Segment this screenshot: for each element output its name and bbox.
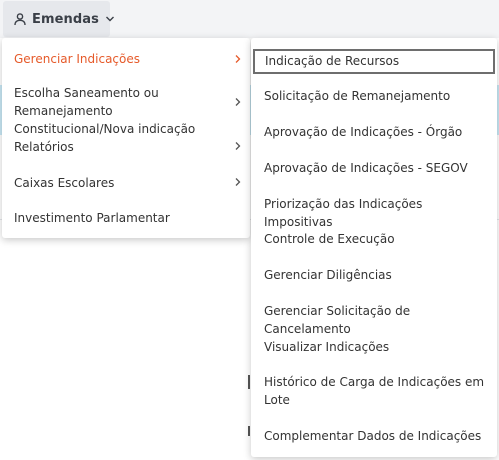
submenu-item-solicitacao-remanejamento[interactable]: Solicitação de Remanejamento xyxy=(251,87,497,105)
menu-item-escolha-saneamento[interactable]: Escolha Saneamento ou Remanejamento Cons… xyxy=(2,84,250,138)
page: Emendas Gerenciar Indicações Escolha San… xyxy=(0,0,499,460)
menu-item-gerenciar-indicacoes[interactable]: Gerenciar Indicações xyxy=(2,50,250,68)
menu-item-label: Caixas Escolares xyxy=(14,176,115,190)
menu-item-label: Escolha Saneamento ou Remanejamento Cons… xyxy=(14,86,196,136)
submenu-item-aprovacao-orgao[interactable]: Aprovação de Indicações - Órgão xyxy=(251,123,497,141)
submenu-item-gerenciar-cancelamento[interactable]: Gerenciar Solicitação de Cancelamento xyxy=(251,302,497,338)
top-navbar: Emendas xyxy=(0,0,499,38)
menu-item-label: Investimento Parlamentar xyxy=(14,211,170,225)
emendas-menu-button[interactable]: Emendas xyxy=(3,1,115,37)
menu-item-investimento-parlamentar[interactable]: Investimento Parlamentar xyxy=(2,209,250,227)
submenu-item-visualizar-indicacoes[interactable]: Visualizar Indicações xyxy=(251,338,497,356)
submenu-item-priorizacao-impositivas[interactable]: Priorização das Indicações Impositivas xyxy=(251,195,497,231)
submenu-item-gerenciar-diligencias[interactable]: Gerenciar Diligências xyxy=(251,266,497,284)
submenu-item-aprovacao-segov[interactable]: Aprovação de Indicações - SEGOV xyxy=(251,159,497,177)
emendas-menu-label: Emendas xyxy=(32,11,100,27)
submenu-item-controle-de-execucao[interactable]: Controle de Execução xyxy=(251,230,497,248)
menu-item-label: Gerenciar Indicações xyxy=(14,52,140,66)
gerenciar-indicacoes-submenu: Indicação de Recursos Solicitação de Rem… xyxy=(251,38,497,457)
menu-item-label: Relatórios xyxy=(14,140,74,154)
chevron-right-icon xyxy=(234,177,242,187)
emendas-dropdown-menu: Gerenciar Indicações Escolha Saneamento … xyxy=(2,38,250,238)
menu-item-relatorios[interactable]: Relatórios xyxy=(2,138,250,156)
submenu-item-historico-carga-lote[interactable]: Histórico de Carga de Indicações em Lote xyxy=(251,373,497,409)
submenu-item-indicacao-de-recursos[interactable]: Indicação de Recursos xyxy=(253,49,495,74)
chevron-down-icon xyxy=(105,14,115,24)
chevron-right-icon xyxy=(234,97,242,107)
chevron-right-icon xyxy=(234,54,242,64)
background-fragment xyxy=(248,375,250,389)
submenu-item-complementar-dados[interactable]: Complementar Dados de Indicações xyxy=(251,427,497,445)
background-fragment xyxy=(248,426,250,436)
menu-item-caixas-escolares[interactable]: Caixas Escolares xyxy=(2,174,250,192)
user-icon xyxy=(13,12,27,26)
chevron-right-icon xyxy=(234,141,242,151)
